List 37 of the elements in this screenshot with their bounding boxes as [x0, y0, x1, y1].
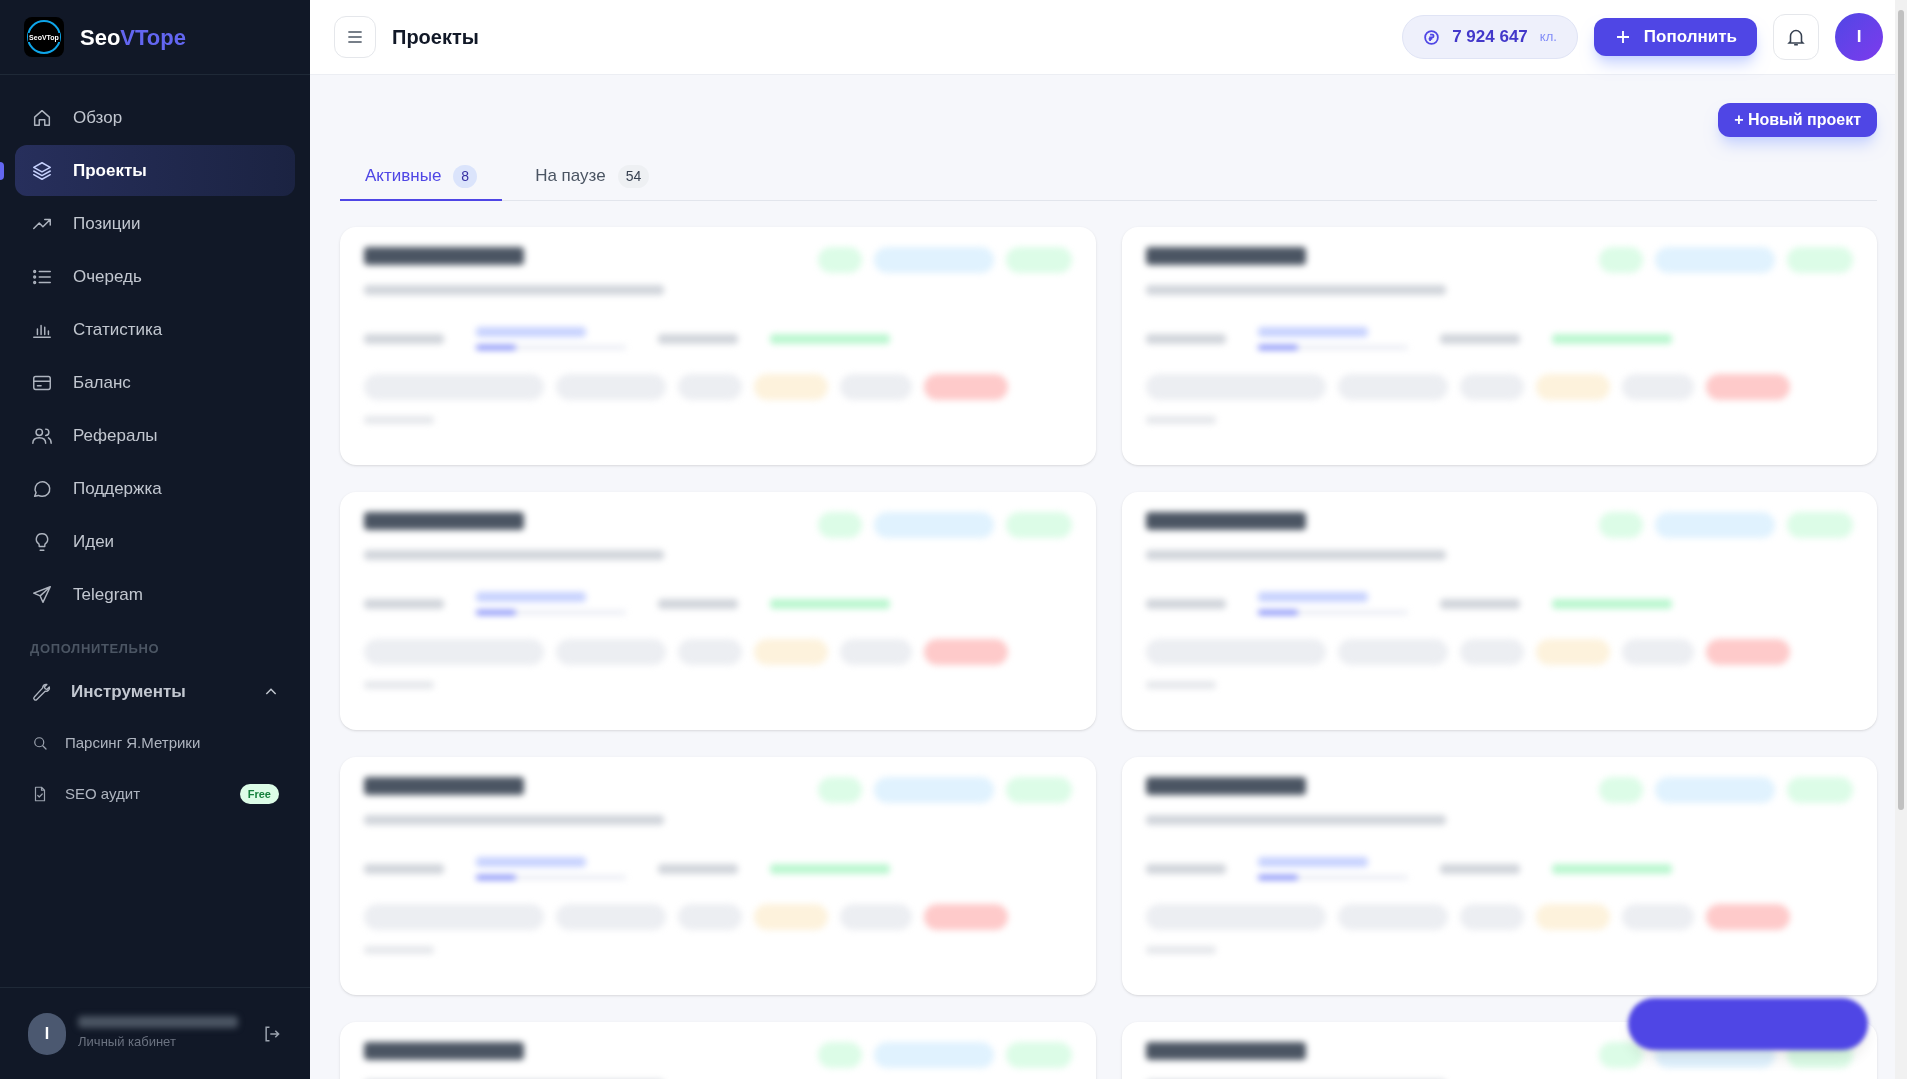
tab[interactable]: На паузе 54 — [510, 153, 675, 201]
nav-item[interactable]: Поддержка — [15, 463, 295, 514]
page-title: Проекты — [392, 25, 479, 50]
nav-item[interactable]: Рефералы — [15, 410, 295, 461]
nav-item[interactable]: Идеи — [15, 516, 295, 567]
nav-item[interactable]: Статистика — [15, 304, 295, 355]
count-badge: 54 — [617, 164, 650, 188]
brand-name: SeoVTope — [80, 23, 186, 52]
section-label: ДОПОЛНИТЕЛЬНО — [30, 640, 160, 658]
scrollbar-thumb[interactable] — [1898, 10, 1904, 810]
account-caption: Личный кабинет — [78, 1032, 176, 1051]
balance-amount: 7 924 647 — [1452, 26, 1528, 49]
tab[interactable]: Активные 8 — [340, 153, 503, 201]
tools-item[interactable]: SEO аудит Free — [15, 768, 295, 820]
nav-item[interactable]: Позиции — [15, 198, 295, 249]
notifications-button[interactable] — [1773, 14, 1819, 60]
paper-plane-icon — [31, 583, 53, 606]
chat-button[interactable] — [1628, 998, 1868, 1050]
tools-group[interactable]: Инструменты — [15, 666, 295, 718]
menu-button[interactable] — [334, 16, 376, 58]
layers-icon — [31, 159, 53, 182]
free-badge: Free — [239, 783, 279, 805]
search-icon — [31, 734, 49, 752]
count-badge: 8 — [453, 164, 478, 188]
wrench-icon — [31, 682, 51, 702]
balance-unit: кл. — [1539, 28, 1557, 47]
nav-item[interactable]: Проекты — [15, 145, 295, 196]
tools-item[interactable]: Парсинг Я.Метрики — [15, 717, 295, 769]
user-avatar[interactable]: I — [28, 1012, 67, 1055]
coin-icon — [1423, 28, 1441, 46]
new-project-button[interactable]: + Новый проект — [1718, 103, 1877, 137]
nav-item[interactable]: Обзор — [15, 92, 295, 143]
user-avatar[interactable]: I — [1835, 13, 1883, 61]
nav-item[interactable]: Баланс — [15, 357, 295, 408]
nav-item[interactable]: Telegram — [15, 569, 295, 620]
top-up-button[interactable]: Пополнить — [1593, 18, 1757, 56]
nav-item[interactable]: Очередь — [15, 251, 295, 302]
